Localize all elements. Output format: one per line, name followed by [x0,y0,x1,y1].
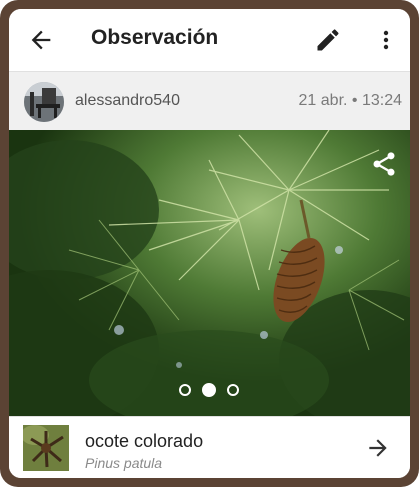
share-icon[interactable] [370,150,398,178]
pine-photo-image [9,130,410,416]
observation-datetime: 21 abr. • 13:24 [298,92,402,109]
observation-photo[interactable] [9,130,410,416]
more-vert-icon[interactable] [374,26,398,54]
device-frame: Observación alessandro540 21 abr. • 13:2… [0,0,419,487]
pager-dot[interactable] [179,384,191,396]
taxon-thumbnail [23,425,69,471]
observer-username[interactable]: alessandro540 [75,92,180,110]
page-title: Observación [91,26,219,49]
back-arrow-icon[interactable] [27,26,55,54]
pager-dot-active[interactable] [202,383,216,397]
arrow-right-icon[interactable] [365,435,391,461]
avatar[interactable] [24,82,64,122]
pager-dot[interactable] [227,384,239,396]
observation-screen: Observación alessandro540 21 abr. • 13:2… [9,9,410,478]
taxon-common-name: ocote colorado [85,431,204,451]
observer-bar[interactable]: alessandro540 21 abr. • 13:24 [9,71,410,130]
photo-pager [179,383,241,400]
taxon-scientific-name: Pinus patula [85,455,163,471]
taxon-row[interactable]: ocote colorado Pinus patula [9,416,410,478]
app-bar: Observación [9,9,410,71]
pencil-icon[interactable] [314,26,342,54]
